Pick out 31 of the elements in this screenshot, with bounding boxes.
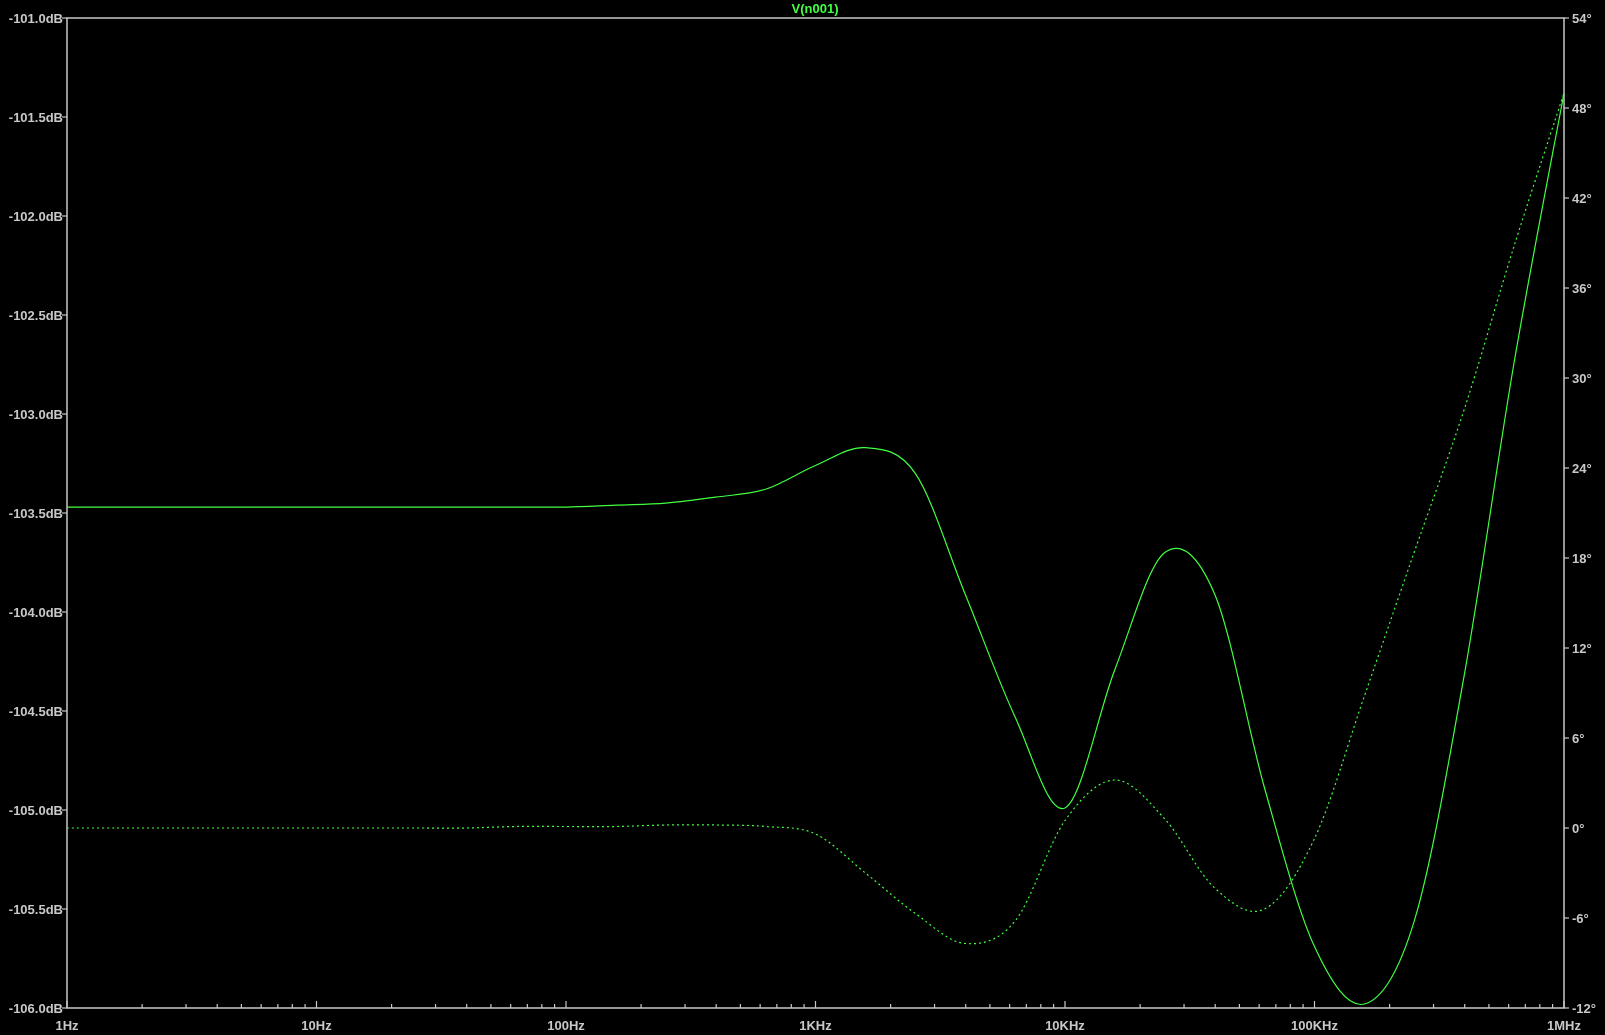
y-tick-label: -104.5dB: [8, 704, 63, 719]
y-tick-label: -6°: [1572, 911, 1589, 926]
y-tick-label: -105.0dB: [8, 803, 63, 818]
y-tick-label: -101.5dB: [8, 110, 63, 125]
y-tick-label: 0°: [1572, 821, 1585, 836]
y-tick-label: 6°: [1572, 731, 1585, 746]
y-tick-label: -102.5dB: [8, 308, 63, 323]
y-tick-label: 42°: [1572, 191, 1592, 206]
y-tick-label: 12°: [1572, 641, 1592, 656]
x-tick-label: 100Hz: [547, 1018, 585, 1033]
y-tick-label: 48°: [1572, 101, 1592, 116]
x-tick-label: 100KHz: [1291, 1018, 1338, 1033]
x-tick-label: 10KHz: [1045, 1018, 1085, 1033]
y-tick-label: -105.5dB: [8, 902, 63, 917]
y-tick-label: -102.0dB: [8, 209, 63, 224]
y-tick-label: -103.0dB: [8, 407, 63, 422]
y-tick-label: 18°: [1572, 551, 1592, 566]
x-tick-label: 10Hz: [301, 1018, 332, 1033]
y-tick-label: -101.0dB: [8, 11, 63, 26]
y-tick-label: 30°: [1572, 371, 1592, 386]
y-tick-label: -106.0dB: [8, 1001, 63, 1016]
x-tick-label: 1MHz: [1547, 1018, 1581, 1033]
x-tick-label: 1KHz: [799, 1018, 832, 1033]
y-tick-label: 36°: [1572, 281, 1592, 296]
y-tick-label: -103.5dB: [8, 506, 63, 521]
y-tick-label: -12°: [1572, 1001, 1596, 1016]
y-tick-label: -104.0dB: [8, 605, 63, 620]
x-tick-label: 1Hz: [55, 1018, 79, 1033]
chart-title: V(n001): [791, 1, 839, 16]
y-tick-label: 54°: [1572, 11, 1592, 26]
y-tick-label: 24°: [1572, 461, 1592, 476]
